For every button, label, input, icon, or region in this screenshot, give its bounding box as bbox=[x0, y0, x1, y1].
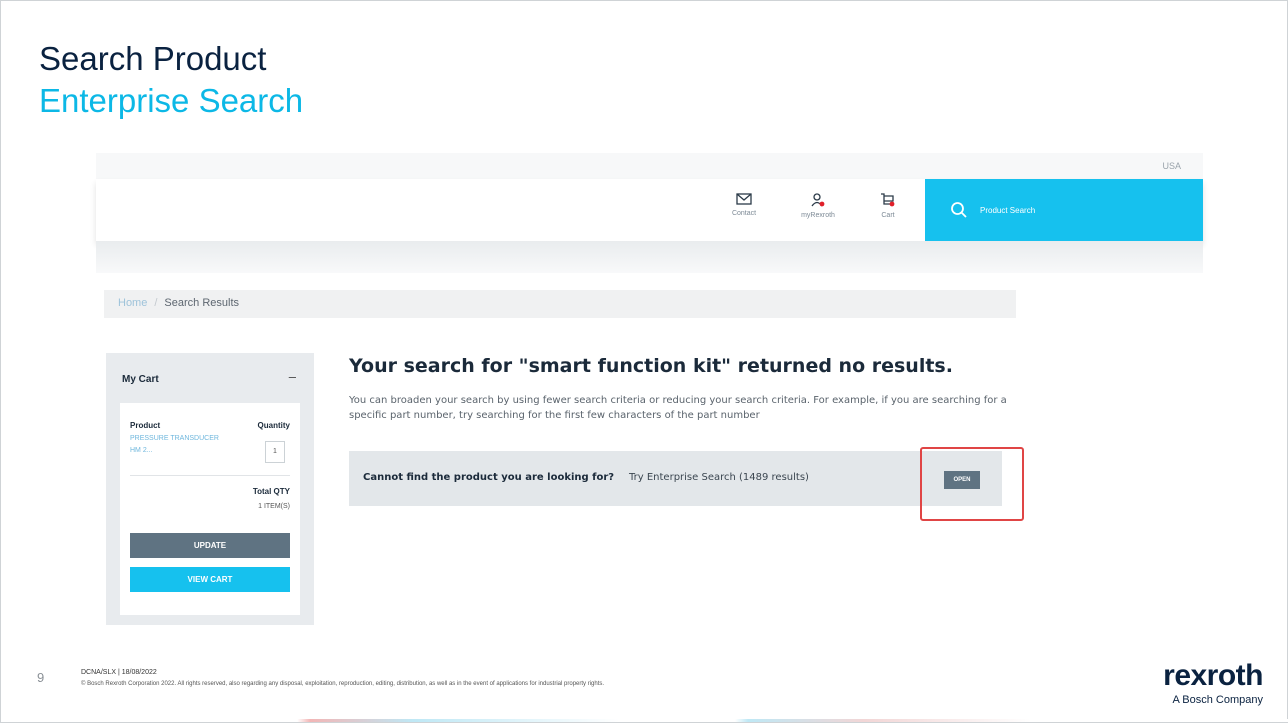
search-icon bbox=[951, 202, 967, 218]
breadcrumb-home-link[interactable]: Home bbox=[118, 297, 147, 309]
view-cart-button[interactable]: VIEW CART bbox=[130, 567, 290, 592]
myrexroth-label: myRexroth bbox=[801, 212, 835, 219]
cart-nav[interactable]: Cart bbox=[858, 193, 918, 219]
slide: Search Product Enterprise Search USA Con… bbox=[0, 0, 1288, 723]
cart-label: Cart bbox=[881, 212, 895, 219]
mail-icon bbox=[736, 193, 752, 205]
footer-code: DCNA/SLX | 18/08/2022 bbox=[81, 669, 157, 676]
breadcrumb-separator: / bbox=[154, 297, 158, 309]
product-search-button[interactable]: Product Search bbox=[925, 179, 1203, 241]
cart-divider bbox=[130, 475, 290, 476]
breadcrumb-current: Search Results bbox=[164, 297, 239, 309]
quantity-input[interactable]: 1 bbox=[265, 441, 285, 463]
website-screenshot: USA Contact myRexroth Cart Product Searc… bbox=[96, 153, 1203, 639]
header-shadow-band bbox=[96, 241, 1203, 273]
update-button[interactable]: UPDATE bbox=[130, 533, 290, 558]
no-results-heading: Your search for "smart function kit" ret… bbox=[349, 355, 953, 377]
top-utility-bar: USA bbox=[96, 153, 1203, 179]
product-search-label: Product Search bbox=[980, 206, 1036, 215]
slide-subtitle: Enterprise Search bbox=[39, 82, 304, 119]
total-qty-label: Total QTY bbox=[252, 487, 290, 496]
contact-label: Contact bbox=[731, 210, 757, 217]
cart-content: Product Quantity PRESSURE TRANSDUCER HM … bbox=[120, 403, 300, 615]
breadcrumb: Home / Search Results bbox=[104, 290, 1016, 318]
cart-collapse-button[interactable]: – bbox=[289, 369, 296, 384]
user-icon bbox=[811, 193, 825, 207]
enterprise-question: Cannot find the product you are looking … bbox=[363, 472, 615, 483]
cart-quantity-header: Quantity bbox=[257, 421, 290, 430]
bottom-color-strip bbox=[1, 719, 1288, 722]
footer-copyright: © Bosch Rexroth Corporation 2022. All ri… bbox=[81, 681, 605, 687]
logo-wordmark: rexroth bbox=[1163, 659, 1263, 692]
total-qty-value: 1 ITEM(S) bbox=[258, 503, 290, 510]
no-results-help-text: You can broaden your search by using few… bbox=[349, 395, 1007, 421]
my-cart-panel: My Cart – Product Quantity PRESSURE TRAN… bbox=[106, 353, 314, 625]
myrexroth-nav[interactable]: myRexroth bbox=[788, 193, 848, 219]
cart-icon bbox=[881, 193, 895, 207]
logo-tagline: A Bosch Company bbox=[1172, 694, 1264, 706]
slide-title: Search Product bbox=[39, 40, 267, 77]
enterprise-try-text: Try Enterprise Search (1489 results) bbox=[629, 472, 809, 483]
contact-nav[interactable]: Contact bbox=[714, 193, 774, 217]
highlight-box bbox=[920, 447, 1024, 521]
page-number: 9 bbox=[37, 670, 45, 685]
enterprise-search-bar: Cannot find the product you are looking … bbox=[349, 451, 1002, 506]
cart-title: My Cart bbox=[122, 374, 159, 385]
cart-product-link[interactable]: PRESSURE TRANSDUCER HM 2... bbox=[130, 433, 230, 457]
rexroth-logo: rexroth A Bosch Company bbox=[1131, 659, 1264, 707]
cart-product-header: Product bbox=[130, 421, 161, 430]
country-selector[interactable]: USA bbox=[1162, 161, 1181, 171]
